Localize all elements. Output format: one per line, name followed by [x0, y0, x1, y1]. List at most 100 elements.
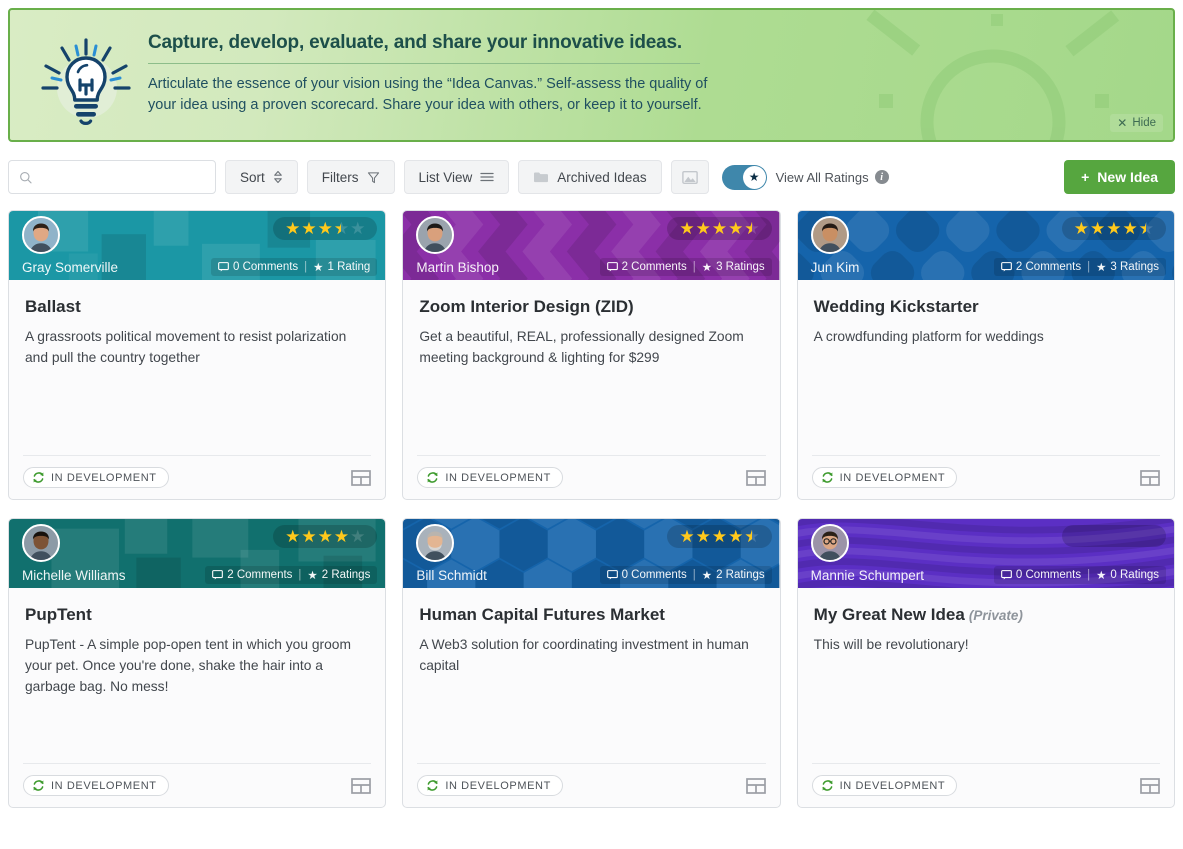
- meta-separator: |: [692, 261, 696, 273]
- star-full-icon: ★: [1073, 219, 1089, 238]
- filters-button[interactable]: Filters: [306, 160, 395, 194]
- star-full-icon: ★: [711, 527, 728, 546]
- card-footer: IN DEVELOPMENT: [417, 763, 766, 807]
- star-full-icon: ★: [695, 527, 711, 546]
- image-view-button[interactable]: [670, 160, 709, 194]
- avatar[interactable]: [810, 524, 849, 562]
- card-title: Human Capital Futures Market: [419, 605, 763, 625]
- plus-icon: +: [1081, 169, 1090, 185]
- view-all-ratings-label-wrap: View All Ratings i: [776, 170, 889, 185]
- view-all-ratings-toggle-wrap: ★ View All Ratings i: [721, 164, 889, 190]
- status-badge[interactable]: IN DEVELOPMENT: [811, 775, 958, 796]
- sort-button[interactable]: Sort: [225, 160, 298, 194]
- card-header: Michelle Williams ★ ★ ★ ★ ★ 2 Comments | ★ 2…: [9, 519, 386, 591]
- idea-canvas-icon[interactable]: [745, 777, 766, 794]
- star-full-icon: ★: [285, 527, 301, 546]
- status-badge[interactable]: IN DEVELOPMENT: [23, 467, 169, 488]
- idea-card[interactable]: Mannie Schumpert 0 Comments | ★ 0 Rating…: [796, 518, 1175, 808]
- star-full-icon: ★: [728, 527, 744, 546]
- star-full-icon: ★: [317, 527, 333, 546]
- status-badge-label: IN DEVELOPMENT: [445, 779, 551, 792]
- avatar-face: [812, 526, 847, 560]
- status-badge[interactable]: IN DEVELOPMENT: [417, 775, 563, 796]
- idea-card[interactable]: Michelle Williams ★ ★ ★ ★ ★ 2 Comments | ★ 2…: [8, 518, 387, 808]
- card-star-rating[interactable]: ★ ★ ★ ★ ★: [1061, 217, 1166, 240]
- funnel-icon: [367, 171, 379, 183]
- card-comment-count: 2 Comments: [1015, 261, 1082, 273]
- card-star-rating[interactable]: ★ ★ ★ ★ ★: [667, 217, 772, 240]
- card-title: Zoom Interior Design (ZID): [419, 297, 763, 317]
- card-star-rating[interactable]: ★ ★ ★ ★ ★: [273, 217, 378, 240]
- card-footer: IN DEVELOPMENT: [23, 455, 372, 499]
- idea-canvas-icon[interactable]: [351, 469, 372, 486]
- card-author-name: Mannie Schumpert: [810, 568, 924, 583]
- card-star-rating[interactable]: ★ ★ ★ ★ ★: [667, 525, 772, 548]
- avatar[interactable]: [22, 216, 60, 254]
- idea-canvas-icon[interactable]: [1140, 777, 1160, 794]
- folder-icon: [534, 172, 549, 182]
- card-title: Wedding Kickstarter: [814, 297, 1158, 317]
- view-all-ratings-toggle[interactable]: ★: [721, 164, 767, 190]
- card-meta: 0 Comments | ★ 0 Ratings: [993, 566, 1166, 584]
- star-full-icon: ★: [728, 219, 744, 238]
- idea-card-grid: Gray Somerville ★★★★★ 0 Comments | ★ 1 R…: [8, 210, 1175, 808]
- comment-icon: [1001, 570, 1012, 580]
- idea-card[interactable]: Jun Kim ★★★★★ 2 Comments | ★ 3 Ratings: [796, 210, 1175, 500]
- card-title-text: Human Capital Futures Market: [419, 605, 665, 624]
- star-full-icon: ★: [679, 219, 695, 238]
- star-icon: ★: [701, 570, 713, 582]
- card-title: Ballast: [25, 297, 369, 317]
- card-star-rating[interactable]: [1062, 525, 1166, 547]
- idea-canvas-icon[interactable]: [351, 777, 372, 794]
- sync-icon: [822, 780, 833, 791]
- hide-banner-button[interactable]: ✕ Hide: [1110, 114, 1163, 132]
- card-description: PupTent - A simple pop-open tent in whic…: [25, 637, 351, 695]
- idea-canvas-icon[interactable]: [1140, 469, 1160, 486]
- new-idea-button[interactable]: + New Idea: [1064, 160, 1175, 194]
- search-box[interactable]: [8, 160, 216, 194]
- card-rating-count: 2 Ratings: [716, 569, 765, 581]
- banner-title: Capture, develop, evaluate, and share yo…: [148, 32, 700, 64]
- view-all-ratings-label: View All Ratings: [775, 169, 869, 185]
- idea-canvas-icon[interactable]: [745, 469, 766, 486]
- status-badge[interactable]: IN DEVELOPMENT: [417, 467, 563, 488]
- list-view-button[interactable]: List View: [403, 160, 510, 194]
- star-full-icon: ★: [695, 219, 711, 238]
- card-private-label: (Private): [968, 608, 1023, 623]
- status-badge[interactable]: IN DEVELOPMENT: [811, 467, 958, 488]
- meta-separator: |: [692, 569, 696, 581]
- card-author-name: Michelle Williams: [22, 568, 126, 583]
- search-input[interactable]: [40, 169, 205, 185]
- card-description: Get a beautiful, REAL, professionally de…: [419, 329, 744, 366]
- avatar[interactable]: [22, 524, 60, 562]
- comment-icon: [606, 570, 618, 580]
- card-comment-count: 2 Comments: [621, 261, 687, 273]
- comment-icon: [606, 262, 618, 272]
- idea-card[interactable]: Gray Somerville ★★★★★ 0 Comments | ★ 1 R…: [8, 210, 387, 500]
- card-body: PupTent PupTent - A simple pop-open tent…: [9, 591, 385, 763]
- card-title: My Great New Idea (Private): [814, 605, 1158, 625]
- card-author-name: Bill Schmidt: [416, 568, 487, 583]
- status-badge[interactable]: IN DEVELOPMENT: [23, 775, 169, 796]
- intro-banner: Capture, develop, evaluate, and share yo…: [8, 8, 1175, 142]
- card-star-rating[interactable]: ★ ★ ★ ★ ★: [273, 525, 378, 548]
- toggle-knob: ★: [742, 165, 766, 189]
- meta-separator: |: [298, 569, 302, 581]
- card-header: Martin Bishop ★★★★★ 2 Comments | ★ 3 Rat…: [403, 211, 780, 283]
- card-comment-count: 0 Comments: [621, 569, 687, 581]
- idea-card[interactable]: Bill Schmidt ★★★★★ 0 Comments | ★ 2 Rati…: [402, 518, 781, 808]
- card-description: A Web3 solution for coordinating investm…: [419, 637, 749, 674]
- meta-separator: |: [304, 261, 308, 273]
- avatar[interactable]: [810, 216, 849, 254]
- lightbulb-icon: [41, 38, 131, 125]
- card-rating-count: 2 Ratings: [321, 569, 371, 581]
- star-full-icon: ★: [711, 219, 728, 238]
- comment-icon: [212, 570, 224, 580]
- sync-icon: [822, 472, 833, 483]
- card-header: Gray Somerville ★★★★★ 0 Comments | ★ 1 R…: [9, 211, 386, 283]
- archived-ideas-button[interactable]: Archived Ideas: [518, 160, 662, 194]
- star-icon: ★: [313, 262, 324, 274]
- card-title-text: PupTent: [25, 605, 92, 624]
- info-icon[interactable]: i: [874, 170, 889, 184]
- idea-card[interactable]: Martin Bishop ★★★★★ 2 Comments | ★ 3 Rat…: [402, 210, 781, 500]
